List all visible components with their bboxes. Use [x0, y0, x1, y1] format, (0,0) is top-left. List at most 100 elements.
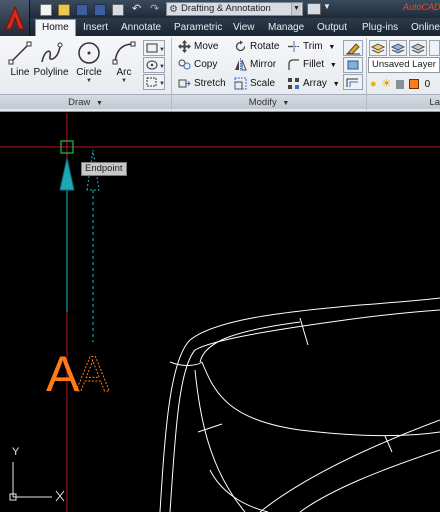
chevron-down-icon: ▼ [291, 3, 301, 15]
window-title: AutoCAD [403, 2, 440, 12]
offset-tool[interactable] [343, 74, 363, 90]
sun-icon: ☀ [381, 78, 392, 90]
redo-icon[interactable]: ↷ [150, 4, 160, 16]
layer-isolate-icon [410, 43, 426, 54]
explode-tool[interactable] [343, 57, 363, 73]
quick-access-icons: ↶ ↷ [34, 2, 164, 16]
circle-tool[interactable]: Circle ▼ [72, 40, 106, 84]
drawing-geometry: A A [0, 113, 440, 512]
fillet-icon [288, 59, 299, 70]
current-layer-dropdown[interactable]: ● ☀ 0 [370, 76, 430, 92]
region-tool[interactable]: ▼ [143, 74, 165, 90]
tab-view[interactable]: View [233, 20, 255, 36]
trim-icon [288, 40, 299, 52]
save-as-icon[interactable] [94, 4, 106, 16]
polyline-tool[interactable]: Polyline [32, 40, 70, 78]
array-label: Array [303, 78, 327, 89]
draw-panel-title[interactable]: Draw ▼ [0, 94, 171, 109]
arc-tool[interactable]: Arc ▼ [108, 40, 140, 84]
workspace-dropdown[interactable]: ⚙ Drafting & Annotation ▼ [166, 2, 303, 16]
rectangle-tool[interactable]: ▼ [143, 40, 165, 56]
chevron-down-icon[interactable]: ▼ [108, 78, 140, 84]
region-icon: ▼ [146, 77, 165, 87]
scale-label: Scale [250, 78, 276, 89]
polyline-label: Polyline [33, 67, 69, 78]
rotate-tool[interactable]: Rotate [234, 39, 279, 55]
undo-icon[interactable]: ↶ [132, 4, 142, 16]
svg-text:▼: ▼ [159, 64, 164, 70]
array-icon [288, 77, 299, 89]
tab-plug-ins[interactable]: Plug-ins [362, 20, 398, 36]
layers-panel-title[interactable]: La [367, 94, 440, 109]
hatch-icon: ▼ [146, 60, 165, 70]
erase-tool[interactable] [343, 40, 363, 56]
rotate-icon [235, 40, 246, 51]
lightbulb-icon: ● [370, 78, 377, 90]
tracking-arrow-icon [59, 157, 75, 191]
tab-home[interactable]: Home [35, 19, 76, 36]
drawing-text-solid: A [46, 346, 80, 402]
part-outline [159, 297, 440, 512]
modify-panel-title[interactable]: Modify ▼ [172, 94, 366, 109]
circle-icon [78, 42, 100, 64]
move-tool[interactable]: Move [178, 39, 218, 55]
tab-parametric[interactable]: Parametric [174, 20, 222, 36]
mirror-tool[interactable]: Mirror [234, 57, 276, 73]
tab-online[interactable]: Online [411, 20, 440, 36]
scale-tool[interactable]: Scale [234, 76, 275, 92]
chevron-down-icon: ▼ [95, 100, 103, 107]
layer-state-icon [390, 43, 406, 54]
chevron-down-icon[interactable]: ▼ [72, 78, 106, 84]
layer-isolate-button[interactable] [409, 40, 427, 56]
rotate-label: Rotate [250, 41, 280, 52]
tab-manage[interactable]: Manage [268, 20, 304, 36]
plot-icon[interactable] [112, 4, 124, 16]
lock-icon [396, 79, 405, 89]
new-icon[interactable] [40, 4, 52, 16]
tab-annotate[interactable]: Annotate [121, 20, 161, 36]
hatch-tool[interactable]: ▼ [143, 57, 165, 73]
svg-text:▼: ▼ [159, 81, 164, 87]
mirror-label: Mirror [250, 59, 277, 70]
modify-panel-label: Modify [248, 97, 277, 108]
layer-more-button[interactable] [429, 40, 440, 56]
layer-color-swatch [408, 79, 419, 90]
line-icon [8, 41, 32, 65]
layers-panel-label: La [429, 97, 440, 108]
qa-dropdown-icon[interactable]: ▼ [323, 2, 331, 11]
tab-insert[interactable]: Insert [83, 20, 108, 36]
copy-tool[interactable]: Copy [178, 57, 217, 73]
trim-tool[interactable]: Trim ▼ [287, 39, 335, 55]
open-icon[interactable] [58, 4, 70, 16]
chevron-down-icon[interactable]: ▼ [328, 44, 335, 51]
ribbon-tab-bar: Home Insert Annotate Parametric View Man… [30, 18, 440, 36]
drawing-text-dashed: A [76, 346, 110, 402]
chevron-down-icon[interactable]: ▼ [330, 62, 337, 69]
layer-properties-button[interactable] [369, 40, 387, 56]
layer-state-button[interactable] [389, 40, 407, 56]
layer-state-dropdown[interactable]: Unsaved Layer St [368, 57, 440, 73]
arc-icon [112, 41, 136, 65]
rectangle-icon: ▼ [146, 43, 165, 53]
arc-label: Arc [116, 67, 132, 78]
ucs-y-label: Y [12, 446, 20, 458]
circle-label: Circle [76, 67, 102, 78]
copy-label: Copy [194, 59, 218, 70]
tab-output[interactable]: Output [317, 20, 347, 36]
qa-customize-icon[interactable] [307, 3, 321, 15]
ucs-icon [9, 462, 65, 502]
autocad-logo-icon [5, 5, 25, 30]
array-tool[interactable]: Array ▼ [287, 76, 340, 92]
chevron-down-icon[interactable]: ▼ [333, 81, 340, 88]
snap-tooltip: Endpoint [81, 162, 127, 176]
move-label: Move [194, 41, 219, 52]
application-menu-button[interactable] [0, 0, 30, 36]
stretch-tool[interactable]: Stretch [178, 76, 226, 92]
fillet-tool[interactable]: Fillet ▼ [287, 57, 337, 73]
copy-icon [178, 59, 191, 70]
scale-icon [234, 77, 247, 90]
drawing-canvas[interactable]: A A Y [0, 113, 440, 512]
save-icon[interactable] [76, 4, 88, 16]
polyline-icon [41, 42, 63, 63]
fillet-label: Fillet [303, 59, 325, 70]
